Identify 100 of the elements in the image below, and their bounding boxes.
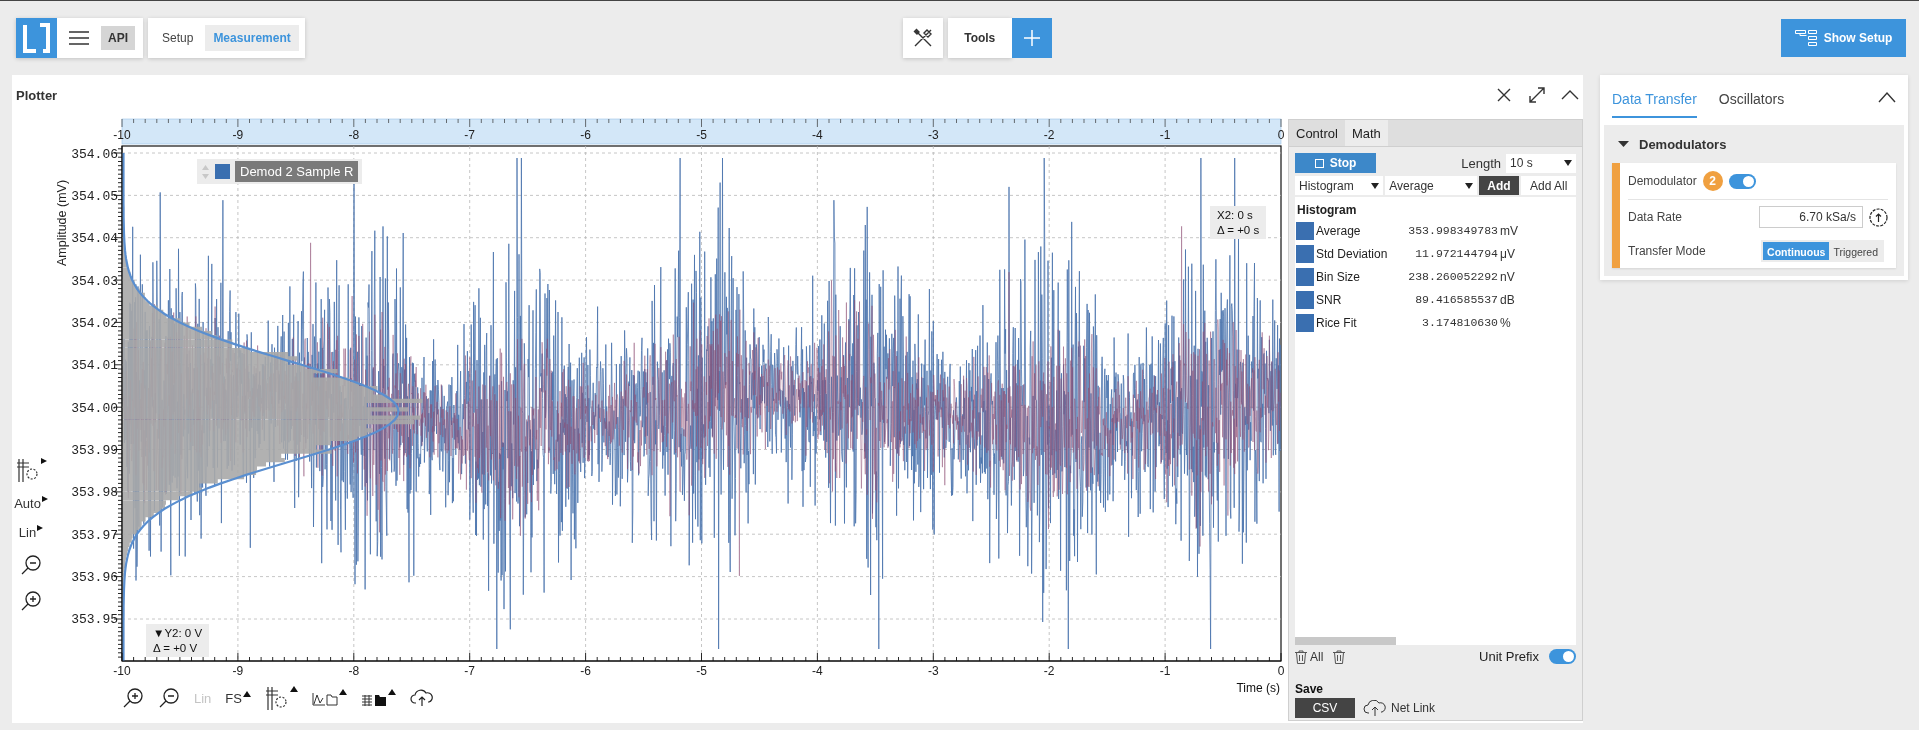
section-title: Demodulators xyxy=(1639,136,1727,152)
panel-tab[interactable]: Math xyxy=(1344,120,1388,146)
caret-icon xyxy=(41,496,48,502)
axis-tick-label: -7 xyxy=(464,664,476,678)
panel-tab[interactable]: Control xyxy=(1289,120,1345,146)
result-value: 11.972144794 xyxy=(1414,247,1498,260)
zoom-in-icon[interactable] xyxy=(20,590,42,612)
result-value: 238.260052292 xyxy=(1407,270,1498,283)
axis-tick-label: 354.03 xyxy=(71,273,118,289)
axis-tick-label: 354.00 xyxy=(71,400,118,416)
zoom-in-icon[interactable] xyxy=(122,687,144,709)
result-name: Average xyxy=(1316,223,1362,238)
axis-tick-label: 354.02 xyxy=(71,315,118,331)
trace-swatch xyxy=(215,164,230,179)
cursor-value: ▼Y2: 0 V xyxy=(153,627,203,639)
color-swatch xyxy=(1296,244,1314,263)
axis-tick-label: -9 xyxy=(232,128,244,142)
result-value: 353.998349783 xyxy=(1407,224,1498,237)
scale-toggle[interactable]: Lin xyxy=(18,525,44,540)
result-unit: μV xyxy=(1499,246,1516,261)
axis-tick-label: -2 xyxy=(1043,128,1055,142)
mode-option[interactable]: Triggered xyxy=(1829,242,1882,260)
grid-icon[interactable] xyxy=(15,458,40,482)
function-select[interactable]: Histogram xyxy=(1295,176,1384,195)
result-value: 3.174810630 xyxy=(1421,316,1498,329)
cloud-upload-icon xyxy=(1363,700,1387,716)
operation-select[interactable]: Average xyxy=(1385,176,1477,195)
axis-tick-label: -4 xyxy=(812,128,823,142)
result-name: Bin Size xyxy=(1316,269,1362,284)
results-title: Histogram xyxy=(1296,202,1358,219)
csv-button[interactable]: CSV xyxy=(1295,698,1355,718)
api-button[interactable]: API xyxy=(101,26,135,50)
result-unit: % xyxy=(1499,315,1512,330)
save-title: Save xyxy=(1294,681,1325,698)
axis-tick-label: -4 xyxy=(812,664,823,678)
tree-icon xyxy=(1794,30,1817,46)
cursor-delta: Δ = +0 V xyxy=(153,642,199,654)
caret-icon[interactable] xyxy=(1618,140,1629,148)
caret-icon xyxy=(243,690,251,697)
axis-title: Time (s) xyxy=(1236,681,1280,695)
plus-icon xyxy=(1023,30,1040,46)
menu-icon[interactable] xyxy=(69,30,89,46)
tools-icon-button[interactable] xyxy=(902,18,943,58)
delete-all-button[interactable]: All xyxy=(1295,649,1324,664)
axis-tick-label: 353.95 xyxy=(71,612,118,628)
axis-tick-label: 354.06 xyxy=(71,146,118,162)
dropdown-caret-icon xyxy=(1464,182,1473,189)
zoom-out-icon[interactable] xyxy=(158,687,180,709)
axis-tick-label: -5 xyxy=(696,128,707,142)
cloud-upload-icon[interactable] xyxy=(410,689,434,707)
data-rate-label: Data Rate xyxy=(1628,210,1683,224)
caret-icon xyxy=(339,689,347,695)
axis-tick-label: -9 xyxy=(232,664,244,678)
axis-tick-label: 354.05 xyxy=(71,188,118,204)
maximize-icon[interactable] xyxy=(1527,85,1547,105)
color-swatch xyxy=(1296,267,1314,286)
stop-icon xyxy=(1314,158,1324,168)
enable-toggle[interactable] xyxy=(1728,173,1756,189)
axis-tick-label: 354.01 xyxy=(71,358,118,374)
scrollbar[interactable] xyxy=(1295,637,1396,645)
transfer-mode-label: Transfer Mode xyxy=(1628,244,1706,258)
net-link-button[interactable]: Net Link xyxy=(1363,700,1436,716)
axis-tick-label: 353.99 xyxy=(71,443,118,458)
data-rate-field[interactable]: 6.70 kSa/s xyxy=(1759,206,1863,228)
axis-tick-label: -8 xyxy=(348,664,360,678)
demodulator-label: Demodulator xyxy=(1628,174,1697,188)
scale-toggle[interactable]: FS xyxy=(225,690,251,706)
tools-button[interactable]: Tools xyxy=(947,18,1012,58)
length-select[interactable]: 10 s xyxy=(1506,153,1576,173)
trash-icon[interactable] xyxy=(1333,649,1346,664)
dropdown-caret-icon xyxy=(1564,160,1572,166)
logo-icon[interactable] xyxy=(16,18,57,58)
axis-tick-label: -5 xyxy=(696,664,707,678)
axis-tick-label: 353.98 xyxy=(71,485,118,501)
grid-icon[interactable] xyxy=(265,686,289,710)
add-button[interactable]: Add xyxy=(1478,176,1520,195)
trace-legend[interactable]: Demod 2 Sample R xyxy=(197,159,363,184)
axis-tick-label: -6 xyxy=(580,128,591,142)
unit-prefix-toggle[interactable] xyxy=(1549,649,1576,664)
channel-badge: 2 xyxy=(1702,171,1723,191)
zoom-out-icon[interactable] xyxy=(20,554,42,576)
nav-tab[interactable]: Setup xyxy=(154,25,202,51)
color-swatch xyxy=(1296,313,1314,332)
result-name: SNR xyxy=(1316,292,1343,307)
gauge-icon[interactable] xyxy=(1869,207,1888,227)
axis-tick-label: -1 xyxy=(1159,664,1171,678)
axis-tick-label: -8 xyxy=(348,128,360,142)
axis-tick-label: 354.04 xyxy=(71,231,118,247)
add-all-button[interactable]: Add All xyxy=(1521,176,1576,195)
add-button[interactable] xyxy=(1011,18,1052,58)
result-unit: dB xyxy=(1499,292,1516,307)
color-swatch xyxy=(1296,221,1314,240)
settings-tab[interactable]: Oscillators xyxy=(1718,91,1785,118)
axis-tick-label: -10 xyxy=(113,664,131,678)
scale-toggle[interactable]: Auto xyxy=(14,496,48,511)
unit-prefix-label: Unit Prefix xyxy=(1479,649,1539,664)
collapse-icon[interactable] xyxy=(1878,90,1896,103)
caret-icon xyxy=(37,525,44,531)
stop-button[interactable]: Stop xyxy=(1295,153,1376,173)
caret-icon xyxy=(290,686,298,692)
